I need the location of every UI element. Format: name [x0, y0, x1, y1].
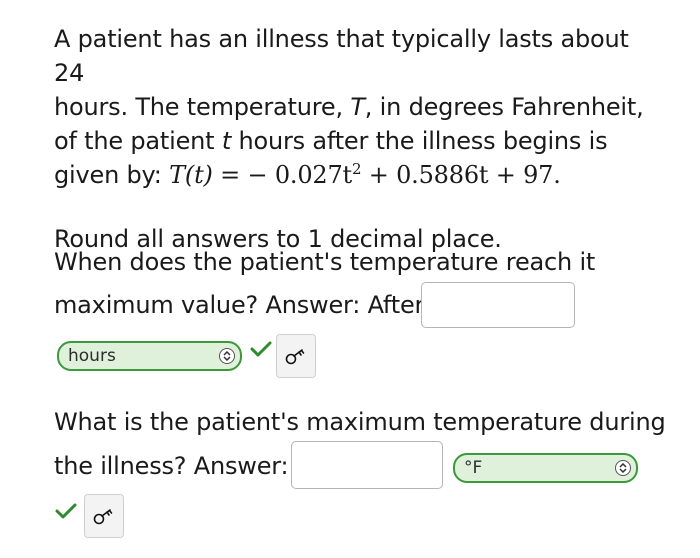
- formula-exponent: 2: [352, 160, 362, 178]
- unit-selected: hours: [68, 346, 116, 366]
- key-icon: [285, 349, 305, 365]
- key-icon: [93, 509, 113, 525]
- question2-line2: the illness? Answer:: [54, 452, 289, 480]
- chevron-updown-icon: [219, 348, 235, 364]
- text: hours. The temperature,: [54, 93, 351, 121]
- key-button[interactable]: [276, 334, 316, 378]
- check-icon: [250, 341, 272, 357]
- text: , in degrees Fahrenheit,: [364, 93, 644, 121]
- formula-term-2: + 0.5886t + 97.: [361, 161, 561, 189]
- unit-selected: °F: [464, 458, 483, 478]
- formula-term-1: − 0.027t: [247, 161, 353, 189]
- problem-line-3: of the patient t hours after the illness…: [54, 124, 654, 158]
- problem-line-4: given by: T(t) = − 0.027t2 + 0.5886t + 9…: [54, 158, 654, 192]
- check-icon: [55, 503, 77, 519]
- problem-line-2: hours. The temperature, T, in degrees Fa…: [54, 90, 654, 124]
- key-button[interactable]: [84, 494, 124, 538]
- problem-line-1: A patient has an illness that typically …: [54, 25, 629, 87]
- text: of the patient: [54, 127, 222, 155]
- question1-line1: When does the patient's temperature reac…: [54, 248, 596, 276]
- chevron-updown-icon: [615, 460, 631, 476]
- problem-statement: A patient has an illness that typically …: [54, 22, 654, 256]
- question2-unit-select[interactable]: °F: [453, 453, 638, 483]
- question1-unit-select[interactable]: hours: [57, 341, 242, 371]
- text: given by:: [54, 161, 170, 189]
- variable-t: t: [221, 127, 232, 155]
- text: hours after the illness begins is: [231, 127, 608, 155]
- formula-eq: =: [212, 161, 248, 189]
- variable-T: T: [350, 93, 365, 121]
- question1-line2: maximum value? Answer: After: [54, 291, 425, 319]
- question2-line1: What is the patient's maximum temperatur…: [54, 408, 666, 436]
- question2-answer-input[interactable]: [291, 441, 443, 489]
- question1-answer-input[interactable]: [421, 282, 575, 328]
- formula-lhs: T(t): [169, 161, 213, 189]
